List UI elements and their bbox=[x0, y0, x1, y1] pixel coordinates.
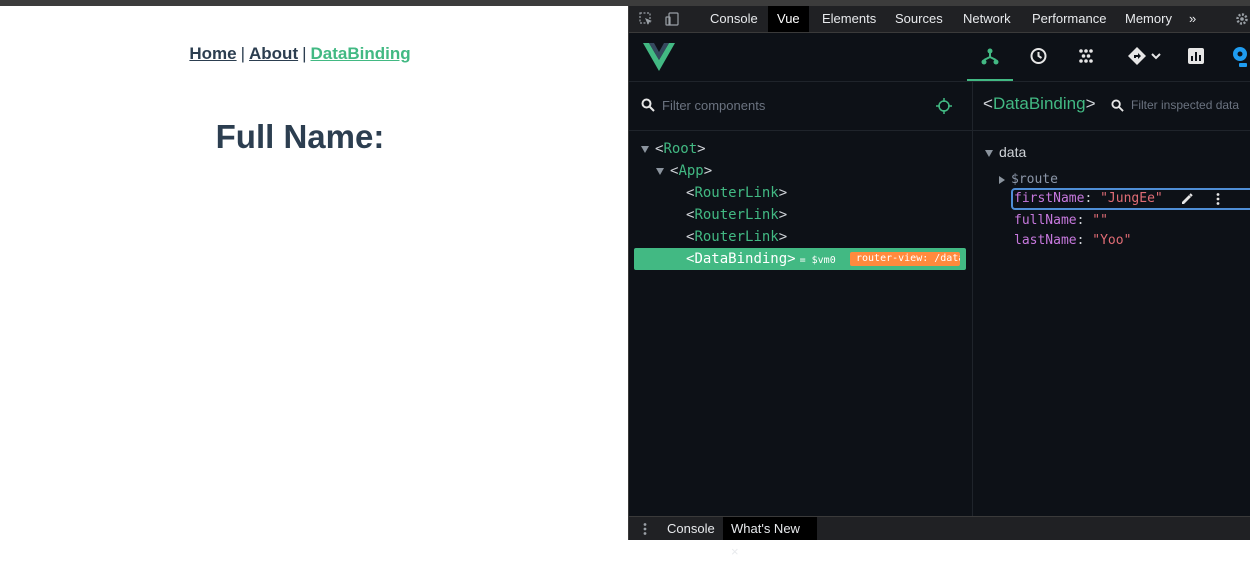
inspector-header: <DataBinding> Filter inspected data bbox=[973, 82, 1250, 131]
search-icon bbox=[1111, 99, 1124, 117]
devtools-drawer: Console What's New × bbox=[629, 516, 1250, 559]
performance-chart-icon[interactable] bbox=[1181, 43, 1211, 69]
components-tab-icon[interactable] bbox=[967, 43, 1013, 81]
tab-network[interactable]: Network bbox=[954, 6, 1020, 32]
edit-pencil-icon[interactable] bbox=[1180, 192, 1194, 211]
vue-logo-icon bbox=[643, 43, 675, 76]
inspected-component-title: <DataBinding> bbox=[983, 94, 1096, 113]
vue-devtools-header bbox=[629, 33, 1250, 82]
component-filter-placeholder: Filter components bbox=[662, 98, 766, 113]
inspected-data-filter[interactable]: Filter inspected data bbox=[1131, 98, 1239, 112]
component-filter[interactable]: Filter components bbox=[629, 82, 972, 131]
devtools-tab-bar: Console Vue Elements Sources Network Per… bbox=[629, 6, 1250, 33]
tab-elements[interactable]: Elements bbox=[813, 6, 885, 32]
drawer-menu-icon[interactable] bbox=[642, 522, 648, 539]
expand-arrow-icon[interactable] bbox=[656, 167, 664, 175]
tree-node-routerlink[interactable]: <RouterLink> bbox=[686, 204, 787, 226]
tab-sources[interactable]: Sources bbox=[886, 6, 952, 32]
search-icon bbox=[641, 98, 655, 117]
tree-node-app[interactable]: <App> bbox=[656, 160, 712, 182]
nav-link-databinding[interactable]: DataBinding bbox=[311, 44, 411, 63]
drawer-tab-console[interactable]: Console bbox=[659, 517, 723, 540]
firstname-edit-row[interactable]: firstName: "JungEe" bbox=[1011, 188, 1250, 210]
tab-memory[interactable]: Memory bbox=[1116, 6, 1181, 32]
tree-node-routerlink[interactable]: <RouterLink> bbox=[686, 182, 787, 204]
app-nav: Home | About | DataBinding bbox=[0, 44, 600, 64]
more-options-icon[interactable] bbox=[1215, 192, 1221, 211]
device-toolbar-icon[interactable] bbox=[665, 12, 679, 26]
expand-arrow-icon[interactable] bbox=[999, 175, 1005, 184]
tab-vue[interactable]: Vue bbox=[768, 6, 809, 32]
tree-node-root[interactable]: <Root> bbox=[641, 138, 706, 160]
data-section-header[interactable]: data bbox=[985, 144, 1026, 160]
nav-link-home[interactable]: Home bbox=[189, 44, 236, 63]
collapse-arrow-icon[interactable] bbox=[985, 149, 993, 157]
lastname-property[interactable]: lastName: "Yoo" bbox=[1014, 233, 1131, 248]
nav-separator: | bbox=[302, 44, 307, 63]
tab-performance[interactable]: Performance bbox=[1023, 6, 1115, 32]
full-name-heading: Full Name: bbox=[215, 118, 385, 155]
nav-link-about[interactable]: About bbox=[249, 44, 298, 63]
router-directions-icon[interactable] bbox=[1125, 43, 1165, 69]
settings-gear-icon[interactable] bbox=[1235, 12, 1249, 26]
nav-separator: | bbox=[240, 44, 246, 63]
route-property[interactable]: $route bbox=[999, 172, 1058, 187]
timeline-history-icon[interactable] bbox=[1023, 43, 1053, 69]
inspect-element-icon[interactable] bbox=[639, 12, 653, 26]
components-pane: Filter components <Root> <App> <RouterLi… bbox=[629, 82, 973, 516]
inspector-pane: <DataBinding> Filter inspected data data… bbox=[973, 82, 1250, 516]
firstname-value[interactable]: "JungEe" bbox=[1100, 191, 1163, 206]
drawer-tab-whats-new[interactable]: What's New × bbox=[723, 517, 817, 559]
firstname-key: firstName bbox=[1014, 191, 1085, 206]
fullname-property[interactable]: fullName: "" bbox=[1014, 213, 1108, 228]
more-tabs-button[interactable]: » bbox=[1180, 6, 1205, 32]
expand-arrow-icon[interactable] bbox=[641, 145, 649, 153]
close-icon[interactable]: × bbox=[731, 544, 739, 559]
devtools-panel: Console Vue Elements Sources Network Per… bbox=[628, 6, 1250, 559]
select-component-target-icon[interactable] bbox=[936, 98, 952, 119]
tree-node-routerlink[interactable]: <RouterLink> bbox=[686, 226, 787, 248]
vuex-dots-icon[interactable] bbox=[1071, 43, 1101, 69]
vm-reference: = $vm0 bbox=[799, 255, 836, 266]
vue-settings-icon[interactable] bbox=[1229, 43, 1250, 69]
app-page: Home | About | DataBinding Full Name: bbox=[0, 6, 628, 540]
tree-node-databinding-selected[interactable]: <DataBinding> = $vm0 router-view: /datab bbox=[634, 248, 966, 270]
tab-console[interactable]: Console bbox=[701, 6, 767, 32]
router-view-badge: router-view: /datab bbox=[850, 252, 960, 266]
